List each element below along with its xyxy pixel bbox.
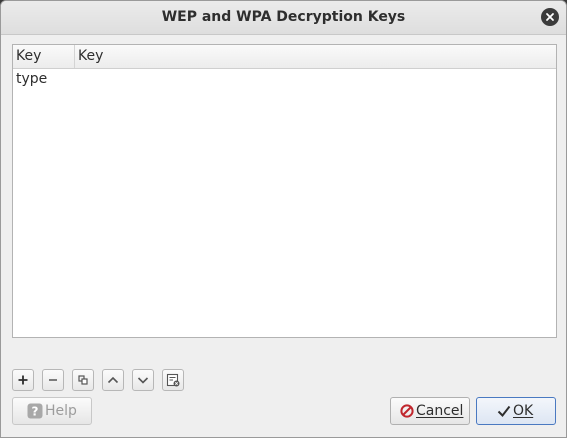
title-bar: WEP and WPA Decryption Keys (1, 1, 566, 35)
keys-table[interactable]: Key type Key (12, 44, 557, 338)
column-header-key[interactable]: Key (75, 45, 556, 68)
plus-icon (18, 375, 28, 385)
help-label: Help (45, 403, 77, 419)
clear-list-button[interactable] (162, 369, 184, 391)
close-icon (546, 13, 554, 21)
remove-key-button[interactable] (42, 369, 64, 391)
dialog-title: WEP and WPA Decryption Keys (161, 9, 406, 25)
svg-text:?: ? (32, 405, 39, 419)
clear-list-icon (166, 373, 180, 387)
dialog-window: WEP and WPA Decryption Keys Key type Key (0, 0, 567, 438)
move-down-button[interactable] (132, 369, 154, 391)
ok-button[interactable]: OK (476, 397, 556, 425)
chevron-up-icon (107, 376, 119, 384)
help-button[interactable]: ? Help (12, 397, 92, 425)
cancel-button[interactable]: Cancel (390, 397, 470, 425)
copy-key-button[interactable] (72, 369, 94, 391)
chevron-down-icon (137, 377, 149, 384)
copy-icon (78, 375, 88, 385)
table-header: Key type Key (13, 45, 556, 87)
cancel-icon (400, 404, 414, 418)
column-header-key-type[interactable]: Key type (13, 45, 75, 87)
move-up-button[interactable] (102, 369, 124, 391)
cancel-label: Cancel (416, 403, 464, 419)
add-key-button[interactable] (12, 369, 34, 391)
close-button[interactable] (541, 8, 559, 26)
ok-label: OK (513, 403, 534, 419)
help-icon: ? (27, 403, 43, 419)
checkmark-icon (497, 405, 511, 418)
minus-icon (49, 379, 57, 381)
